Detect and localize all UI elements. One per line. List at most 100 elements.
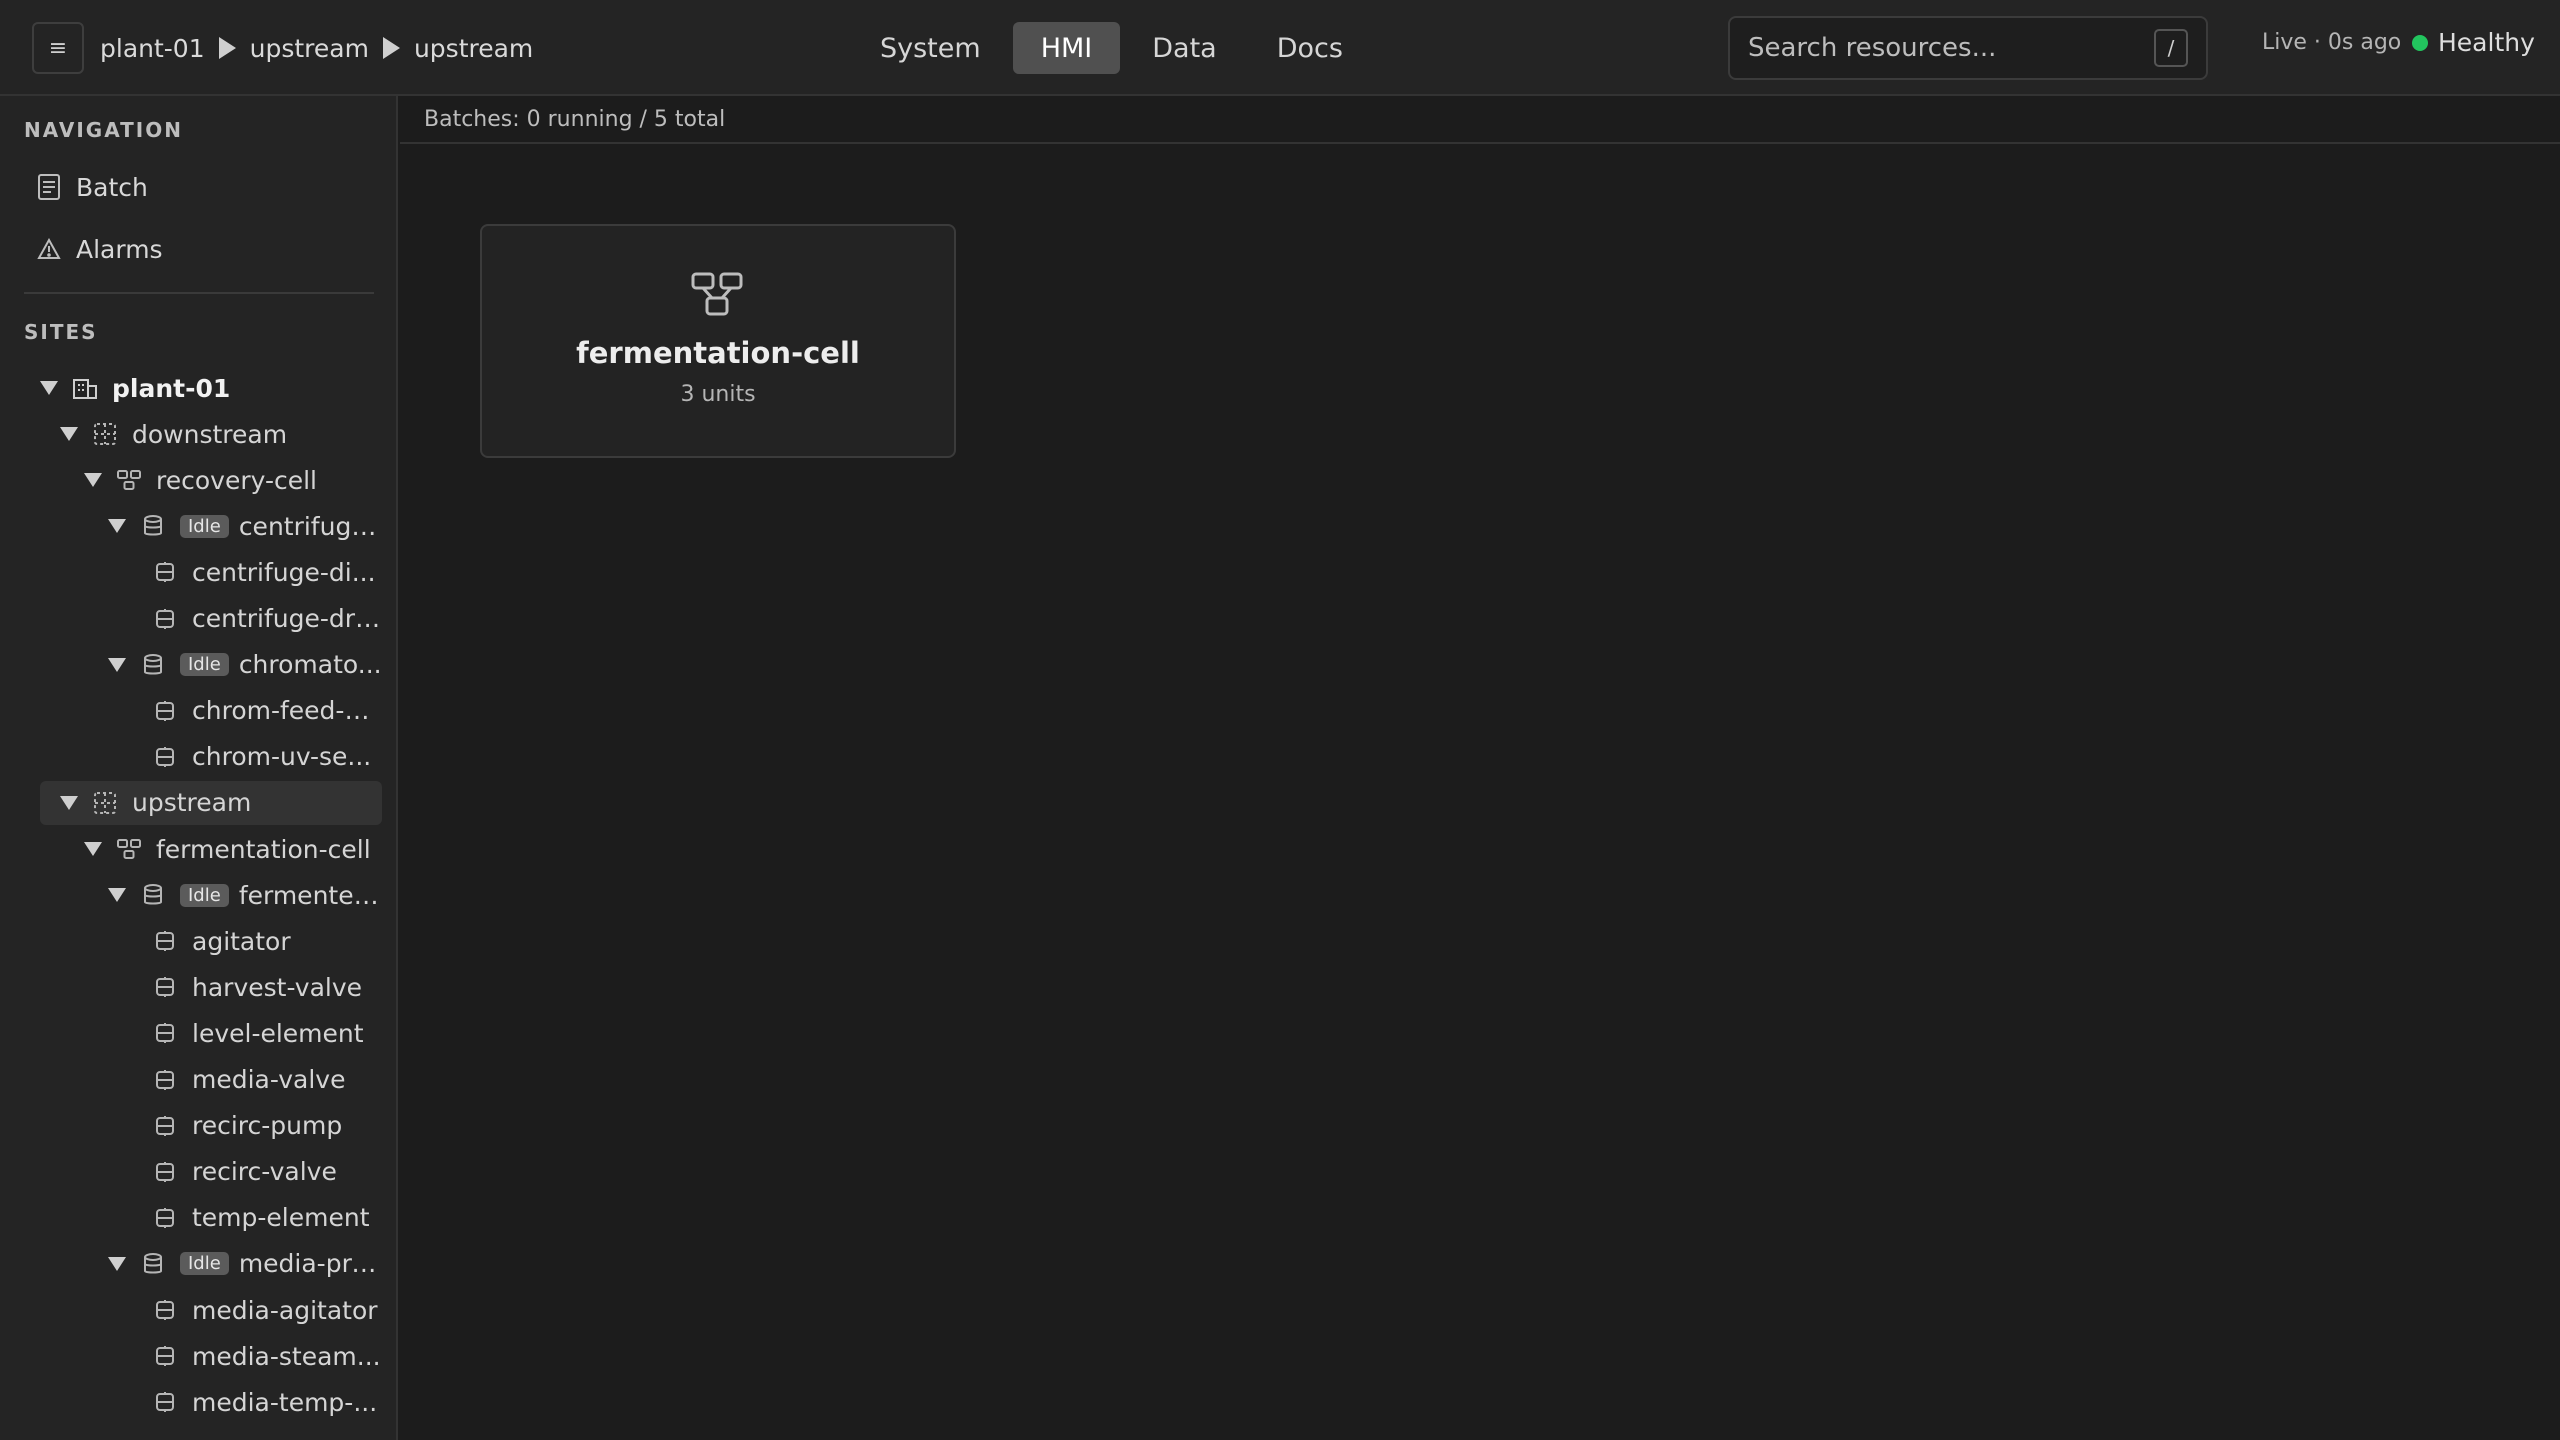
expand-caret-icon[interactable] bbox=[84, 473, 102, 488]
top-bar: ≡ plant-01 upstream upstream System HMI … bbox=[0, 0, 2560, 96]
health-label: Healthy bbox=[2438, 28, 2535, 57]
expand-caret-icon[interactable] bbox=[60, 795, 78, 810]
sidebar-divider bbox=[24, 292, 374, 294]
sites-title: SITES bbox=[24, 320, 98, 344]
live-status: Live · 0s ago bbox=[2262, 30, 2402, 55]
tree-item-label: level-element bbox=[192, 1018, 364, 1048]
tree-item[interactable]: recovery-cell bbox=[40, 458, 382, 502]
expand-caret-icon[interactable] bbox=[108, 519, 126, 534]
expand-caret-icon[interactable] bbox=[60, 427, 78, 442]
status-dot-icon bbox=[2412, 34, 2428, 51]
expand-caret-icon[interactable] bbox=[108, 1256, 126, 1271]
tree-item[interactable]: downstream bbox=[40, 412, 382, 456]
tree-item-label: fermentation-cell bbox=[156, 834, 371, 864]
main-content: Batches: 0 running / 5 total fermentatio… bbox=[400, 96, 2560, 1440]
breadcrumb-item[interactable]: plant-01 bbox=[100, 34, 205, 63]
tree-item-label: centrifuge-dri... bbox=[192, 604, 382, 633]
tab-system[interactable]: System bbox=[852, 22, 1009, 74]
tree-item-label: recirc-valve bbox=[192, 1157, 337, 1187]
expand-caret-icon[interactable] bbox=[108, 888, 126, 903]
tree-item-label: media-temp-... bbox=[192, 1387, 378, 1417]
tree-item[interactable]: centrifuge-dri... bbox=[40, 597, 382, 641]
area-icon bbox=[92, 790, 118, 816]
tree-item[interactable]: Idle centrifuge-1 bbox=[40, 504, 382, 548]
status-badge: Idle bbox=[180, 653, 229, 677]
module-icon bbox=[152, 928, 178, 954]
breadcrumb-separator-icon bbox=[382, 37, 400, 59]
cell-icon bbox=[116, 836, 142, 862]
cell-card[interactable]: fermentation-cell 3 units bbox=[480, 224, 956, 458]
breadcrumb-separator-icon bbox=[218, 37, 236, 59]
sidebar-item-alarms[interactable]: Alarms bbox=[24, 222, 374, 276]
expand-caret-icon[interactable] bbox=[84, 842, 102, 856]
breadcrumb-item[interactable]: upstream bbox=[250, 34, 369, 63]
batch-status-bar: Batches: 0 running / 5 total bbox=[400, 96, 2560, 144]
sidebar-item-label: Batch bbox=[76, 172, 148, 202]
card-subtitle: 3 units bbox=[680, 382, 756, 407]
search-box: / bbox=[1728, 16, 2208, 80]
tree-item[interactable]: agitator bbox=[40, 919, 382, 963]
tree-item[interactable]: media-steam... bbox=[40, 1334, 382, 1378]
main-tabs: System HMI Data Docs bbox=[852, 22, 1371, 74]
tree-item[interactable]: recirc-pump bbox=[40, 1104, 382, 1148]
unit-icon bbox=[140, 652, 166, 678]
cell-icon bbox=[116, 467, 142, 493]
tree-item-label: centrifuge-di... bbox=[192, 557, 376, 587]
tree-item[interactable]: harvest-valve bbox=[40, 965, 382, 1009]
module-icon bbox=[152, 974, 178, 1000]
module-icon bbox=[152, 1205, 178, 1231]
breadcrumb: plant-01 upstream upstream bbox=[100, 0, 533, 96]
tree-item-label: temp-element bbox=[192, 1203, 370, 1233]
tree-item[interactable]: Idle media-pre... bbox=[40, 1242, 382, 1286]
status-badge: Idle bbox=[180, 883, 229, 907]
tree-item-label: media-valve bbox=[192, 1065, 346, 1094]
search-input[interactable] bbox=[1748, 33, 2154, 63]
tree-item[interactable]: chrom-feed-p... bbox=[40, 689, 382, 733]
batch-status-text: Batches: 0 running / 5 total bbox=[424, 106, 726, 132]
tree-item-label: recirc-pump bbox=[192, 1111, 343, 1141]
tree-item[interactable]: media-agitator bbox=[40, 1288, 382, 1332]
menu-button[interactable]: ≡ bbox=[32, 22, 84, 74]
tree-item-label: chromato... bbox=[238, 650, 382, 680]
module-icon bbox=[152, 698, 178, 724]
tree-item[interactable]: media-valve bbox=[40, 1058, 382, 1102]
area-icon bbox=[92, 421, 118, 447]
tree-item[interactable]: fermentation-cell bbox=[40, 827, 382, 871]
tree-item-label: recovery-cell bbox=[156, 465, 317, 495]
tab-data[interactable]: Data bbox=[1124, 22, 1244, 74]
cell-icon bbox=[691, 272, 743, 316]
module-icon bbox=[152, 1020, 178, 1046]
tree-item[interactable]: Idle chromato... bbox=[40, 643, 382, 687]
tree-item[interactable]: media-temp-... bbox=[40, 1380, 382, 1424]
tree-item[interactable]: level-element bbox=[40, 1011, 382, 1055]
tab-hmi[interactable]: HMI bbox=[1012, 22, 1121, 74]
module-icon bbox=[152, 1343, 178, 1369]
expand-caret-icon[interactable] bbox=[40, 381, 58, 395]
tree-item-label: downstream bbox=[132, 419, 288, 449]
tree-item[interactable]: centrifuge-di... bbox=[40, 550, 382, 594]
card-title: fermentation-cell bbox=[576, 336, 860, 370]
unit-icon bbox=[140, 882, 166, 908]
tree-item-label: centrifuge-1 bbox=[238, 511, 382, 541]
tree-item[interactable]: temp-element bbox=[40, 1196, 382, 1240]
tree-item[interactable]: plant-01 bbox=[40, 366, 382, 410]
breadcrumb-item[interactable]: upstream bbox=[414, 34, 533, 63]
tree-item[interactable]: recirc-valve bbox=[40, 1150, 382, 1194]
module-icon bbox=[152, 744, 178, 770]
unit-icon bbox=[140, 1251, 166, 1277]
tree-item-label: media-pre... bbox=[238, 1249, 382, 1279]
tree-item[interactable]: upstream bbox=[40, 780, 382, 825]
health-indicator: Healthy bbox=[2412, 28, 2535, 57]
tree-item[interactable]: Idle fermenter-1 bbox=[40, 873, 382, 917]
tree-item-label: plant-01 bbox=[112, 373, 231, 403]
tree-item-label: chrom-feed-p... bbox=[192, 696, 382, 726]
document-icon bbox=[36, 174, 62, 200]
tree-item-label: agitator bbox=[192, 926, 291, 956]
hamburger-icon: ≡ bbox=[48, 35, 68, 61]
module-icon bbox=[152, 559, 178, 585]
status-badge: Idle bbox=[180, 1252, 229, 1276]
sidebar-item-batch[interactable]: Batch bbox=[24, 160, 374, 214]
tab-docs[interactable]: Docs bbox=[1249, 22, 1371, 74]
tree-item[interactable]: chrom-uv-se... bbox=[40, 735, 382, 779]
expand-caret-icon[interactable] bbox=[108, 657, 126, 672]
